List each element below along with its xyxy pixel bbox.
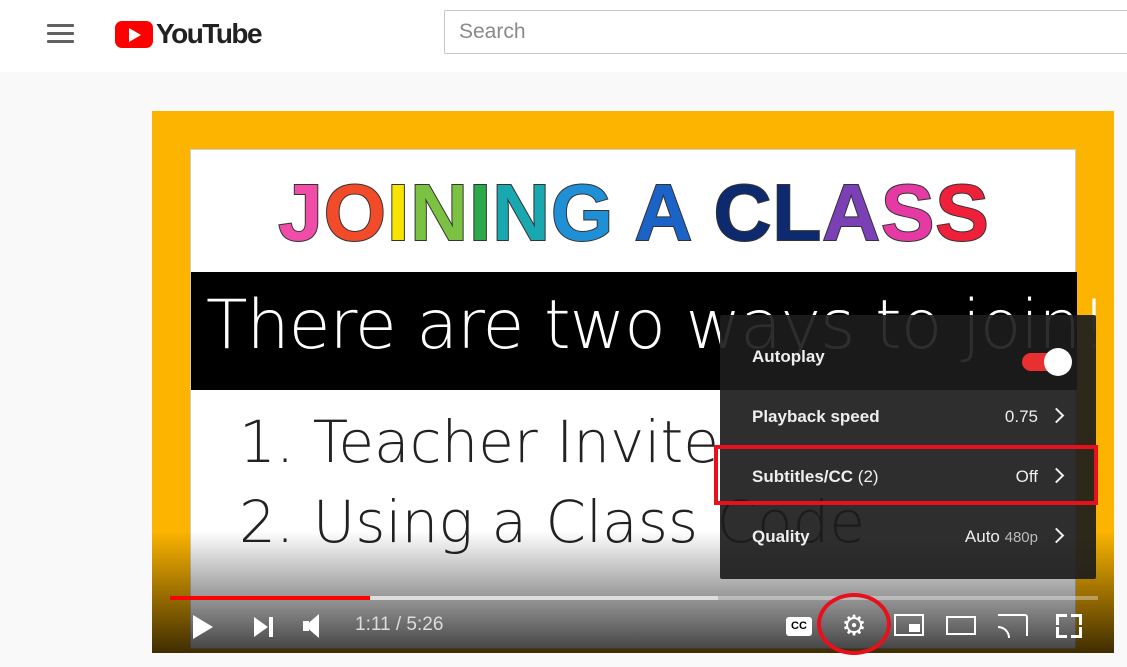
subtitles-icon[interactable]: CC: [786, 617, 812, 636]
slide-title-letter: I: [386, 167, 411, 258]
youtube-play-icon: [115, 20, 153, 48]
chevron-right-icon: [1048, 407, 1065, 424]
settings-menu: Autoplay Playback speed 0.75 Subtitles/C…: [720, 315, 1096, 579]
menu-item-autoplay[interactable]: Autoplay: [720, 327, 1096, 387]
quality-value: Auto 480p: [965, 527, 1038, 547]
theater-mode-icon[interactable]: [946, 616, 976, 635]
menu-item-quality[interactable]: Quality Auto 480p: [720, 507, 1096, 567]
menu-icon[interactable]: [47, 24, 74, 44]
subtitles-count: (2): [857, 467, 879, 486]
slide-list-item-1: 1. Teacher Invite: [239, 408, 719, 476]
slide-title-letter: L: [771, 167, 823, 258]
subtitles-value: Off: [1015, 467, 1038, 486]
subtitles-label: Subtitles/CC (2): [752, 467, 879, 487]
slide-title-letter: A: [821, 167, 882, 258]
slide-title-letter: A: [634, 167, 691, 258]
top-bar: YouTube: [0, 0, 1127, 72]
slide-title-letter: [614, 168, 634, 257]
volume-icon[interactable]: [303, 614, 329, 638]
progress-played: [170, 596, 371, 600]
quality-mode: Auto: [964, 527, 1000, 546]
quality-label: Quality: [752, 527, 810, 546]
chevron-right-icon: [1048, 527, 1065, 544]
subtitles-label-text: Subtitles/CC: [752, 467, 854, 486]
slide-title-letter: J: [277, 167, 324, 258]
autoplay-toggle[interactable]: [1022, 348, 1072, 376]
slide-title-letter: O: [323, 167, 387, 258]
search-input[interactable]: [444, 10, 1127, 54]
playback-speed-value: 0.75: [1004, 407, 1038, 426]
miniplayer-icon[interactable]: [894, 614, 924, 636]
time-display: 1:11 / 5:26: [355, 614, 444, 635]
slide-title-letter: N: [409, 167, 470, 258]
play-icon[interactable]: [193, 615, 213, 639]
progress-bar[interactable]: [170, 596, 1098, 600]
menu-item-subtitles[interactable]: Subtitles/CC (2) Off: [720, 447, 1096, 507]
slide-title-letter: C: [713, 167, 773, 258]
autoplay-label: Autoplay: [752, 347, 825, 366]
slide-title: JOINING A CLASS: [191, 167, 1077, 258]
slide-title-letter: S: [880, 167, 936, 258]
fullscreen-icon[interactable]: [1056, 614, 1082, 638]
cast-icon[interactable]: [998, 614, 1028, 638]
quality-resolution: 480p: [1004, 529, 1038, 546]
slide-title-letter: G: [550, 167, 615, 258]
playback-speed-label: Playback speed: [752, 407, 880, 426]
chevron-right-icon: [1048, 467, 1065, 484]
logo-text: YouTube: [156, 18, 263, 49]
settings-gear-icon[interactable]: ⚙: [840, 612, 868, 640]
menu-item-playback-speed[interactable]: Playback speed 0.75: [720, 387, 1096, 447]
slide-title-letter: N: [491, 167, 552, 258]
next-icon[interactable]: [254, 617, 276, 637]
toggle-knob: [1044, 348, 1072, 376]
slide-title-letter: I: [468, 167, 493, 258]
youtube-logo[interactable]: YouTube: [115, 18, 263, 50]
slide-title-letter: S: [934, 167, 990, 258]
slide-title-letter: [690, 168, 713, 257]
